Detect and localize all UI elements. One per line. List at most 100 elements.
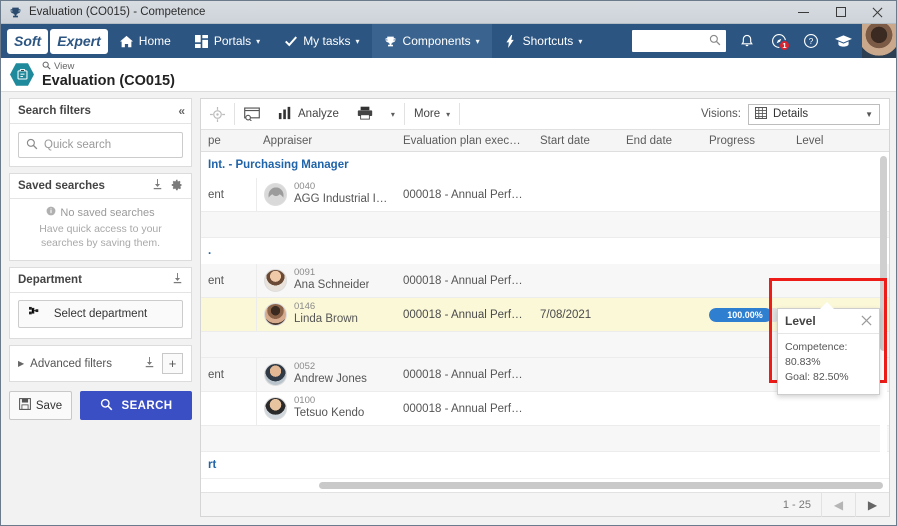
- nav-item-home[interactable]: Home: [108, 24, 183, 58]
- column-header-plan[interactable]: Evaluation plan execution: [396, 135, 533, 147]
- nav-item-components[interactable]: Components ▾: [371, 24, 492, 58]
- column-header-appraiser[interactable]: Appraiser: [256, 135, 396, 147]
- page-subtitle: View: [54, 60, 75, 72]
- grid-horizontal-scroll-thumb[interactable]: [319, 482, 883, 489]
- appraiser-text: 0146 Linda Brown: [294, 302, 358, 326]
- table-row[interactable]: ent 0091 Ana Schneider 000018 - Annual Perf…: [201, 264, 889, 298]
- column-header-progress[interactable]: Progress: [702, 135, 789, 147]
- sidebar-actions: Save SEARCH: [9, 391, 192, 421]
- nav-label-home: Home: [138, 34, 171, 48]
- target-icon[interactable]: [201, 99, 234, 130]
- maximize-button[interactable]: [822, 1, 859, 23]
- search-filters-panel: Search filters « Quick search: [9, 98, 192, 167]
- pagination-bar: 1 - 25 ◀ ▶: [201, 492, 889, 517]
- tree-icon: [29, 306, 42, 322]
- gear-icon[interactable]: [171, 179, 183, 194]
- pagination-next-button[interactable]: ▶: [855, 492, 889, 517]
- chevron-down-icon: ▾: [578, 36, 583, 46]
- visions-area: Visions: Details ▼: [701, 103, 889, 125]
- softexpert-logo[interactable]: Soft Expert: [7, 28, 108, 54]
- cell-appraiser: 0091 Ana Schneider: [256, 264, 396, 297]
- global-search-input[interactable]: [632, 30, 726, 52]
- analyze-button[interactable]: Analyze: [269, 99, 348, 130]
- avatar: [264, 303, 287, 326]
- chevron-down-icon: ▾: [390, 109, 395, 119]
- table-icon: [755, 106, 768, 122]
- print-dropdown-button[interactable]: ▾: [382, 99, 404, 130]
- window-title: Evaluation (CO015) - Competence: [29, 6, 206, 18]
- printer-icon: [357, 106, 373, 123]
- svg-text:?: ?: [809, 36, 814, 46]
- save-button[interactable]: Save: [9, 391, 72, 421]
- appraiser-text: 0052 Andrew Jones: [294, 362, 367, 386]
- cell-appraiser: 0146 Linda Brown: [256, 298, 396, 331]
- saved-searches-empty: No saved searches: [18, 206, 183, 219]
- column-header-end-date[interactable]: End date: [619, 135, 702, 147]
- saved-searches-header: Saved searches: [10, 174, 191, 199]
- saved-searches-title: Saved searches: [18, 180, 105, 192]
- page-header: View Evaluation (CO015): [1, 58, 896, 92]
- collapse-sidebar-button[interactable]: «: [178, 104, 185, 118]
- help-icon[interactable]: ?: [796, 24, 826, 58]
- appraiser-name: Ana Schneider: [294, 279, 370, 292]
- appraiser-text: 0040AGG Industrial Int. - Purch: [294, 182, 389, 206]
- avatar: [264, 363, 287, 386]
- column-header-type[interactable]: pe: [201, 135, 256, 147]
- evaluation-hex-icon: [10, 63, 34, 86]
- level-tooltip-header: Level: [778, 309, 879, 334]
- advanced-filters-label: Advanced filters: [30, 357, 112, 370]
- user-avatar[interactable]: [862, 24, 896, 58]
- saved-searches-panel: Saved searches No saved searches Have qu…: [9, 173, 192, 262]
- pagination-prev-button[interactable]: ◀: [821, 492, 855, 517]
- filter-stamp-icon[interactable]: [172, 273, 183, 287]
- page-title: Evaluation (CO015): [42, 73, 175, 89]
- appraiser-name: Tetsuo Kendo: [294, 407, 365, 420]
- cell-appraiser: 0040AGG Industrial Int. - Purch: [256, 178, 396, 211]
- compass-icon[interactable]: 1: [764, 24, 794, 58]
- grid-vertical-scroll-thumb[interactable]: [880, 156, 887, 351]
- preview-icon[interactable]: [235, 99, 269, 130]
- nav-item-portals[interactable]: Portals ▾: [183, 24, 272, 58]
- avatar: [264, 269, 287, 292]
- table-row[interactable]: 0100Tetsuo Kendo 000018 - Annual Performa…: [201, 392, 889, 426]
- cell-appraiser: 0100 Tetsuo Kendo: [256, 392, 396, 425]
- column-header-level[interactable]: Level: [789, 135, 879, 147]
- more-label: More: [413, 108, 441, 120]
- graduation-cap-icon[interactable]: [828, 24, 858, 58]
- print-button[interactable]: [348, 99, 382, 130]
- appraiser-text: 0091 Ana Schneider: [294, 268, 369, 292]
- page-header-texts: View Evaluation (CO015): [42, 61, 175, 89]
- level-tooltip-body: Competence: 80.83% Goal: 82.50%: [778, 334, 879, 394]
- cell-plan: 000018 - Annual Performance Ev...: [403, 188, 533, 201]
- application-window: Evaluation (CO015) - Competence Soft Exp…: [0, 0, 897, 526]
- table-row[interactable]: ent 0040AGG Industrial Int. - Purch 000018…: [201, 178, 889, 212]
- grid-vertical-scrollbar[interactable]: [880, 156, 887, 474]
- bell-icon[interactable]: [732, 24, 762, 58]
- quick-search-placeholder: Quick search: [44, 139, 112, 151]
- bar-chart-icon: [278, 106, 292, 123]
- page-body: Search filters « Quick search Saved sear…: [1, 92, 896, 525]
- quick-search-input[interactable]: Quick search: [18, 132, 183, 158]
- nav-label-my-tasks: My tasks: [303, 34, 351, 48]
- nav-label-portals: Portals: [213, 34, 252, 48]
- floppy-icon: [18, 398, 31, 413]
- filter-stamp-icon[interactable]: [152, 179, 163, 193]
- appraiser-name: Andrew Jones: [294, 373, 367, 386]
- nav-item-my-tasks[interactable]: My tasks ▾: [272, 24, 371, 58]
- search-button[interactable]: SEARCH: [80, 391, 192, 421]
- filter-stamp-icon[interactable]: [144, 356, 155, 371]
- select-department-button[interactable]: Select department: [18, 300, 183, 329]
- more-button[interactable]: More ▾: [405, 99, 459, 130]
- column-header-start-date[interactable]: Start date: [533, 135, 619, 147]
- nav-item-shortcuts[interactable]: Shortcuts ▾: [492, 24, 595, 58]
- visions-select[interactable]: Details ▼: [748, 103, 880, 125]
- add-filter-button[interactable]: +: [162, 353, 183, 375]
- grid-spacer-row: [201, 426, 889, 452]
- close-button[interactable]: [859, 1, 896, 23]
- close-icon[interactable]: [861, 314, 872, 329]
- grid-group-header: rt: [201, 452, 889, 478]
- results-toolbar: Analyze ▾ More ▾ Visions: Details ▼: [201, 99, 889, 130]
- minimize-button[interactable]: [785, 1, 822, 23]
- advanced-filters-row[interactable]: ▶ Advanced filters +: [10, 346, 191, 381]
- grid-horizontal-scrollbar[interactable]: [201, 478, 889, 492]
